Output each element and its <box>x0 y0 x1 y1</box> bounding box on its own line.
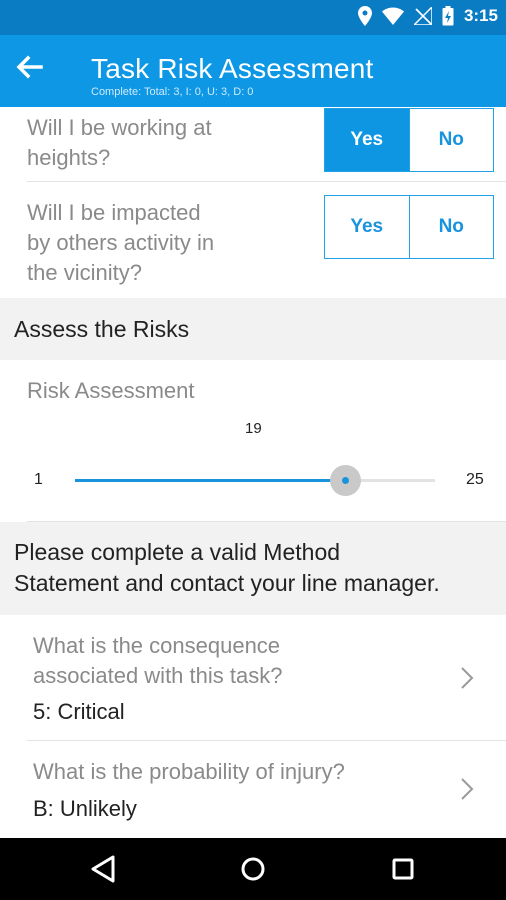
completion-summary: Complete: Total: 3, I: 0, U: 3, D: 0 <box>91 86 254 98</box>
status-time: 3:15 <box>463 6 498 25</box>
nav-back-button[interactable] <box>86 852 120 886</box>
no-button[interactable]: No <box>408 196 494 258</box>
yes-button[interactable]: Yes <box>325 109 409 171</box>
slider-fill <box>75 479 345 482</box>
status-bar: 3:15 <box>0 0 506 35</box>
question-row: Will I be working at heights? Yes No <box>0 107 506 181</box>
question-text: What is the probability of injury? <box>33 759 345 784</box>
consequence-selector[interactable]: What is the consequence associated with … <box>0 615 506 740</box>
risk-assessment-slider-block: Risk Assessment 19 1 25 <box>0 360 506 522</box>
nav-home-button[interactable] <box>236 852 270 886</box>
slider-max-label: 25 <box>466 471 484 488</box>
section-title: Assess the Risks <box>14 316 190 342</box>
page-title: Task Risk Assessment <box>91 53 374 84</box>
nav-home-icon <box>241 857 265 881</box>
slider-label: Risk Assessment <box>27 378 195 403</box>
no-signal-icon <box>413 7 432 25</box>
warning-message: Please complete a valid Method Statement… <box>0 522 506 615</box>
yes-no-toggle: Yes No <box>324 108 494 172</box>
nav-back-icon <box>91 855 115 883</box>
selected-answer: 5: Critical <box>33 699 125 724</box>
no-button[interactable]: No <box>408 109 494 171</box>
slider-thumb[interactable] <box>330 465 361 496</box>
chevron-right-icon <box>461 778 474 800</box>
probability-selector[interactable]: What is the probability of injury? B: Un… <box>0 741 506 838</box>
question-text: What is the consequence associated with … <box>33 633 283 688</box>
selected-answer: B: Unlikely <box>33 796 137 821</box>
question-text: Will I be impacted by others activity in… <box>27 200 215 285</box>
app-bar: Task Risk Assessment Complete: Total: 3,… <box>0 35 506 107</box>
yes-no-toggle: Yes No <box>324 195 494 259</box>
yes-button[interactable]: Yes <box>325 196 409 258</box>
nav-recents-icon <box>392 858 414 880</box>
slider-current-value: 19 <box>245 420 262 437</box>
question-text: Will I be working at heights? <box>27 115 212 170</box>
status-icons: 3:15 <box>357 6 498 26</box>
wifi-icon <box>381 7 404 25</box>
nav-recents-button[interactable] <box>386 852 420 886</box>
section-header: Assess the Risks <box>0 298 506 360</box>
chevron-right-icon <box>461 667 474 689</box>
slider-track[interactable] <box>75 465 435 496</box>
battery-icon <box>442 6 454 26</box>
system-navigation-bar <box>0 838 506 900</box>
slider-min-label: 1 <box>34 471 43 488</box>
location-icon <box>357 6 372 26</box>
back-button[interactable] <box>14 52 46 84</box>
arrow-left-icon <box>16 55 43 79</box>
question-row: Will I be impacted by others activity in… <box>0 182 506 298</box>
